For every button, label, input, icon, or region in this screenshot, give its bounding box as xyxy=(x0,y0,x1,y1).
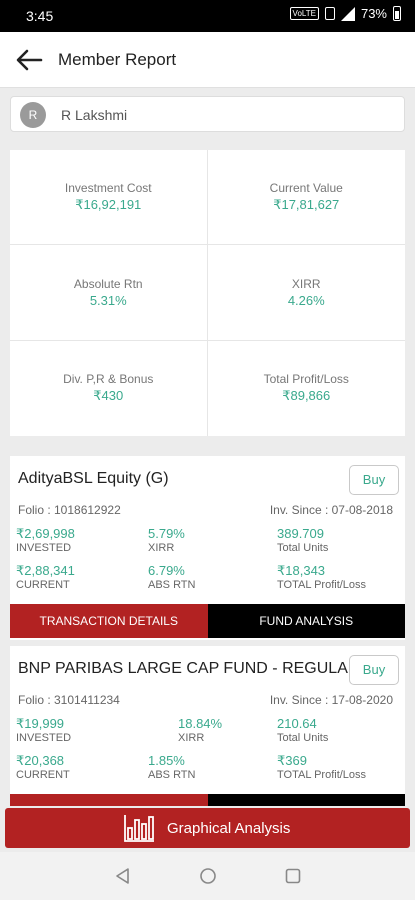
buy-button[interactable]: Buy xyxy=(349,465,399,495)
stat-label: ABS RTN xyxy=(148,579,196,591)
stat-invested: ₹19,999 INVESTED xyxy=(16,716,71,745)
summary-value: ₹89,866 xyxy=(282,388,331,404)
stat-value: ₹20,368 xyxy=(16,753,65,768)
back-arrow-icon[interactable] xyxy=(14,46,44,74)
back-nav-icon[interactable] xyxy=(114,867,132,885)
stat-label: XIRR xyxy=(148,542,175,554)
app-bar: Member Report xyxy=(0,32,415,88)
stat-value: ₹369 xyxy=(277,753,307,768)
summary-label: Investment Cost xyxy=(64,181,152,196)
summary-total-profit-loss: Total Profit/Loss ₹89,866 xyxy=(208,341,406,436)
stat-value: 18.84% xyxy=(178,716,223,731)
transaction-details-tab[interactable]: TRANSACTION DETAILS xyxy=(10,604,208,638)
stat-total-units: 210.64 Total Units xyxy=(277,716,328,745)
summary-grid: Investment Cost ₹16,92,191 Current Value… xyxy=(10,150,405,436)
fund-card: AdityaBSL Equity (G) Buy Folio : 1018612… xyxy=(10,456,405,640)
stat-label: CURRENT xyxy=(16,579,70,591)
stat-xirr: 18.84% XIRR xyxy=(178,716,222,745)
stat-total-profit-loss: ₹369 TOTAL Profit/Loss xyxy=(277,753,366,782)
stat-label: CURRENT xyxy=(16,769,70,781)
stat-current: ₹20,368 CURRENT xyxy=(16,753,70,782)
graphical-analysis-label: Graphical Analysis xyxy=(167,820,291,837)
summary-xirr: XIRR 4.26% xyxy=(207,245,405,341)
folio-number: Folio : 1018612922 xyxy=(18,503,121,517)
summary-value: 5.31% xyxy=(89,292,127,308)
stat-label: TOTAL Profit/Loss xyxy=(277,579,367,591)
summary-label: Absolute Rtn xyxy=(73,276,143,291)
stat-label: TOTAL Profit/Loss xyxy=(277,769,367,781)
summary-value: ₹430 xyxy=(93,388,124,404)
stat-total-units: 389.709 Total Units xyxy=(277,526,328,555)
status-icons: VoLTE 73% xyxy=(289,6,401,21)
stat-label: INVESTED xyxy=(16,732,72,744)
stat-value: ₹19,999 xyxy=(16,716,65,731)
summary-value: 4.26% xyxy=(287,292,325,308)
stat-current: ₹2,88,341 CURRENT xyxy=(16,563,75,592)
page-title: Member Report xyxy=(58,50,177,69)
member-selector[interactable]: R R Lakshmi xyxy=(10,96,405,132)
status-bar: 3:45 VoLTE 73% xyxy=(0,0,415,32)
system-nav-bar xyxy=(0,852,415,900)
bar-chart-icon xyxy=(124,815,154,842)
stat-total-profit-loss: ₹18,343 TOTAL Profit/Loss xyxy=(277,563,366,592)
stat-value: ₹2,69,998 xyxy=(16,526,75,541)
home-nav-icon[interactable] xyxy=(199,867,217,885)
stat-label: ABS RTN xyxy=(148,769,196,781)
stat-abs-return: 1.85% ABS RTN xyxy=(148,753,195,782)
stat-label: INVESTED xyxy=(16,542,72,554)
recents-nav-icon[interactable] xyxy=(284,867,302,885)
fund-analysis-tab[interactable]: FUND ANALYSIS xyxy=(207,604,405,638)
summary-label: Current Value xyxy=(269,181,343,196)
fund-tabs: TRANSACTION DETAILS FUND ANALYSIS xyxy=(10,794,405,806)
summary-dividend: Div. P,R & Bonus ₹430 xyxy=(10,340,208,436)
summary-label: Div. P,R & Bonus xyxy=(63,372,154,387)
vibrate-icon xyxy=(324,7,335,20)
summary-label: XIRR xyxy=(291,276,321,291)
fund-name: AdityaBSL Equity (G) xyxy=(18,470,169,487)
summary-current-value: Current Value ₹17,81,627 xyxy=(207,150,405,246)
stat-value: ₹18,343 xyxy=(277,563,326,578)
battery-percent: 73% xyxy=(360,6,387,21)
summary-value: ₹16,92,191 xyxy=(75,197,142,213)
stat-value: 6.79% xyxy=(148,563,185,578)
summary-absolute-return: Absolute Rtn 5.31% xyxy=(10,245,208,341)
signal-icon xyxy=(340,6,355,21)
stat-value: 389.709 xyxy=(277,526,324,541)
fund-tabs: TRANSACTION DETAILS FUND ANALYSIS xyxy=(10,604,405,638)
investment-since: Inv. Since : 07-08-2018 xyxy=(269,503,393,517)
stat-label: XIRR xyxy=(178,732,205,744)
fund-analysis-tab[interactable]: FUND ANALYSIS xyxy=(207,794,405,806)
fund-card: BNP PARIBAS LARGE CAP FUND - REGULAR Buy… xyxy=(10,646,405,806)
graphical-analysis-button[interactable]: Graphical Analysis xyxy=(5,808,410,848)
transaction-details-tab[interactable]: TRANSACTION DETAILS xyxy=(10,794,208,806)
stat-value: ₹2,88,341 xyxy=(16,563,75,578)
status-time: 3:45 xyxy=(26,8,54,24)
fund-name: BNP PARIBAS LARGE CAP FUND - REGULAR xyxy=(18,660,360,677)
stat-value: 1.85% xyxy=(148,753,185,768)
member-name: R Lakshmi xyxy=(61,107,128,123)
volte-icon: VoLTE xyxy=(289,7,319,20)
summary-investment-cost: Investment Cost ₹16,92,191 xyxy=(10,150,208,246)
summary-value: ₹17,81,627 xyxy=(273,197,340,213)
investment-since: Inv. Since : 17-08-2020 xyxy=(269,693,393,707)
avatar: R xyxy=(20,102,46,128)
summary-label: Total Profit/Loss xyxy=(263,372,349,387)
buy-button[interactable]: Buy xyxy=(349,655,399,685)
stat-label: Total Units xyxy=(277,542,329,554)
stat-invested: ₹2,69,998 INVESTED xyxy=(16,526,75,555)
stat-label: Total Units xyxy=(277,732,329,744)
stat-value: 210.64 xyxy=(277,716,317,731)
stat-xirr: 5.79% XIRR xyxy=(148,526,185,555)
stat-value: 5.79% xyxy=(148,526,185,541)
folio-number: Folio : 3101411234 xyxy=(18,693,120,707)
stat-abs-return: 6.79% ABS RTN xyxy=(148,563,195,592)
battery-icon xyxy=(393,6,401,21)
